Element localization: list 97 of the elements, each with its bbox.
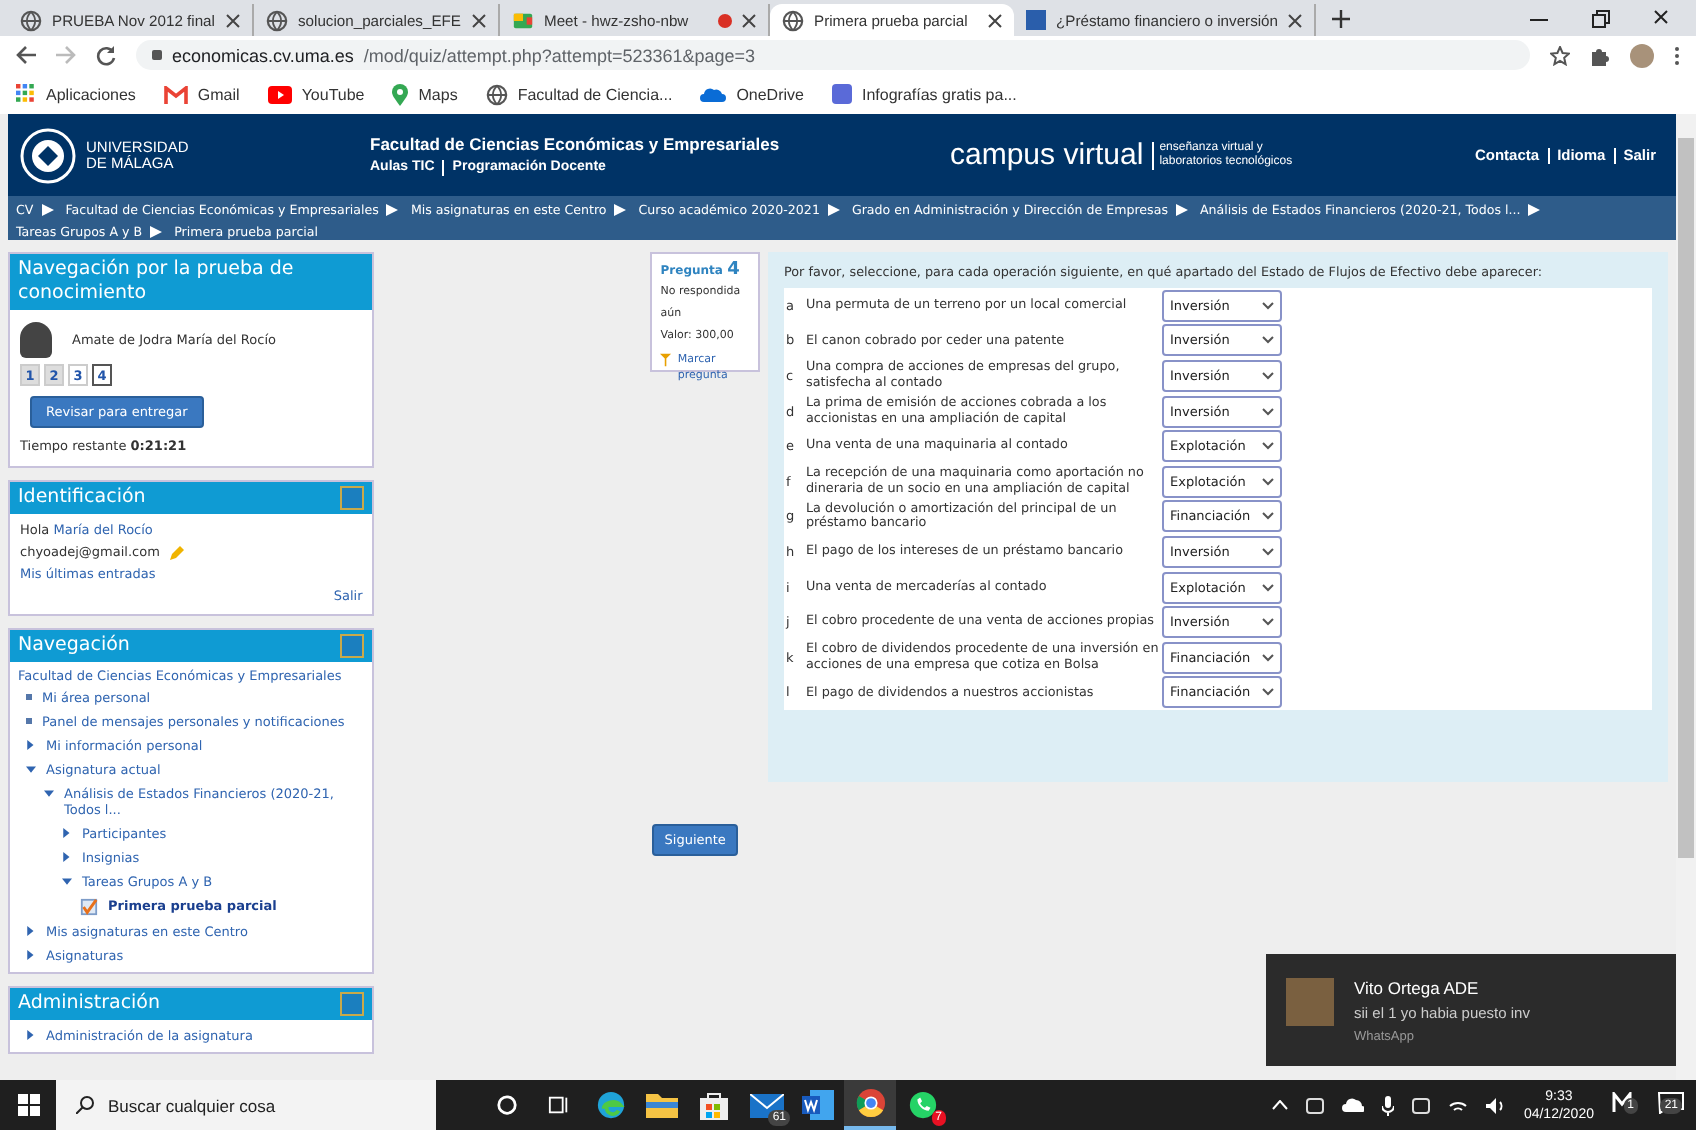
campus-virtual-logo: campus virtual bbox=[950, 138, 1144, 172]
puzzle-icon[interactable] bbox=[1590, 45, 1610, 65]
close-icon[interactable] bbox=[472, 13, 486, 27]
taskbar-app[interactable] bbox=[844, 1080, 896, 1130]
new-tab-icon[interactable] bbox=[1332, 10, 1351, 28]
envelope-icon bbox=[749, 1093, 783, 1117]
breadcrumb-arrow-icon bbox=[41, 204, 54, 217]
caret-icon bbox=[1262, 301, 1274, 310]
bullet-icon bbox=[26, 718, 32, 724]
breadcrumb-arrow-icon bbox=[1175, 204, 1188, 217]
block-title: Administración bbox=[18, 992, 161, 1016]
cloud-icon bbox=[700, 86, 727, 102]
browser-circle-icon bbox=[855, 1088, 885, 1118]
lock-icon bbox=[152, 50, 162, 60]
tray-icon[interactable] bbox=[1305, 1097, 1324, 1113]
collapsed-triangle-icon[interactable] bbox=[26, 738, 36, 752]
document-w-icon bbox=[802, 1090, 834, 1120]
close-icon[interactable] bbox=[226, 13, 240, 27]
wave-browser-icon bbox=[595, 1090, 625, 1120]
address-bar[interactable]: economicas.cv.uma.es /mod/quiz/attempt.php?attempt=523361&page=3 bbox=[136, 40, 1530, 70]
block-title: Navegación por la prueba de conocimiento bbox=[18, 258, 296, 306]
microphone-icon[interactable] bbox=[1381, 1095, 1394, 1115]
notification-sender: Vito Ortega ADE bbox=[1354, 978, 1481, 998]
chevron-up-icon[interactable] bbox=[1271, 1100, 1288, 1110]
caret-icon bbox=[1262, 407, 1274, 416]
caret-icon bbox=[1262, 653, 1274, 662]
star-icon[interactable] bbox=[1550, 45, 1570, 65]
caret-icon bbox=[1262, 547, 1274, 556]
bookmark[interactable]: OneDrive bbox=[700, 85, 804, 103]
bullet-icon bbox=[26, 694, 32, 700]
bookmark[interactable]: Maps bbox=[392, 83, 458, 105]
block-title: Identificación bbox=[18, 486, 146, 510]
caret-icon bbox=[1262, 583, 1274, 592]
reload-icon[interactable] bbox=[96, 45, 116, 65]
circle-icon bbox=[495, 1094, 517, 1116]
shopping-bag-icon bbox=[700, 1090, 728, 1120]
notification-center-icon[interactable] bbox=[1658, 1092, 1684, 1114]
bookmark[interactable]: Aplicaciones bbox=[16, 84, 136, 104]
close-window-icon[interactable] bbox=[1654, 9, 1668, 23]
globe-icon bbox=[782, 9, 804, 31]
expanded-triangle-icon[interactable] bbox=[62, 874, 72, 888]
caret-icon bbox=[1262, 442, 1274, 451]
search-icon bbox=[76, 1096, 94, 1114]
collapsed-triangle-icon[interactable] bbox=[62, 826, 72, 840]
collapsed-triangle-icon[interactable] bbox=[62, 850, 72, 864]
expanded-triangle-icon[interactable] bbox=[44, 786, 54, 800]
expanded-triangle-icon[interactable] bbox=[26, 762, 36, 776]
chat-phone-icon bbox=[907, 1090, 937, 1120]
globe-icon bbox=[20, 9, 42, 31]
breadcrumb-arrow-icon bbox=[614, 204, 627, 217]
wifi-icon[interactable] bbox=[1447, 1097, 1468, 1113]
envelope-m-icon bbox=[163, 85, 188, 103]
faculty-title: Facultad de Ciencias Económicas y Empresariales bbox=[370, 134, 782, 154]
breadcrumb-arrow-icon bbox=[1528, 204, 1541, 217]
collapsed-triangle-icon[interactable] bbox=[26, 948, 36, 962]
bookmark[interactable]: Facultad de Ciencia... bbox=[485, 83, 673, 105]
windows-logo-icon[interactable] bbox=[17, 1094, 39, 1116]
play-icon bbox=[267, 85, 292, 103]
back-arrow-icon[interactable] bbox=[16, 46, 36, 64]
apps-grid-icon bbox=[16, 84, 36, 104]
block-title: Navegación bbox=[18, 634, 130, 658]
caret-icon bbox=[1262, 477, 1274, 486]
more-menu-icon[interactable] bbox=[1674, 45, 1680, 65]
video-camera-icon bbox=[512, 9, 534, 31]
caret-icon bbox=[1262, 618, 1274, 627]
photo-placeholder bbox=[1286, 978, 1334, 1026]
infographic-icon bbox=[831, 84, 852, 104]
square-logo-icon bbox=[1026, 10, 1046, 30]
bookmark[interactable]: Infografías gratis pa... bbox=[831, 84, 1017, 104]
restore-icon[interactable] bbox=[1592, 9, 1610, 27]
caret-icon bbox=[1262, 336, 1274, 345]
bookmark[interactable]: Gmail bbox=[163, 85, 240, 103]
collapsed-triangle-icon[interactable] bbox=[26, 1028, 36, 1042]
checked-document-icon bbox=[80, 898, 98, 916]
close-icon[interactable] bbox=[742, 13, 756, 27]
profile-avatar[interactable] bbox=[1630, 43, 1654, 67]
task-view-icon bbox=[547, 1094, 569, 1116]
speaker-icon[interactable] bbox=[1485, 1097, 1506, 1113]
close-icon[interactable] bbox=[988, 13, 1002, 27]
battery-icon[interactable] bbox=[1411, 1097, 1430, 1113]
breadcrumb-arrow-icon bbox=[150, 226, 163, 239]
folder-icon bbox=[646, 1092, 678, 1118]
taskbar-search-field[interactable]: Buscar cualquier cosa bbox=[56, 1080, 436, 1130]
map-pin-icon bbox=[392, 83, 409, 105]
breadcrumb-arrow-icon bbox=[827, 204, 840, 217]
cloud-icon[interactable] bbox=[1341, 1098, 1364, 1112]
globe-icon bbox=[485, 83, 508, 105]
collapsed-triangle-icon[interactable] bbox=[26, 924, 36, 938]
caret-icon bbox=[1262, 512, 1274, 521]
breadcrumb-arrow-icon bbox=[386, 204, 399, 217]
user-silhouette bbox=[20, 322, 52, 358]
caret-icon bbox=[1262, 688, 1274, 697]
close-icon[interactable] bbox=[1288, 13, 1303, 27]
university-seal-icon bbox=[20, 127, 76, 183]
caret-icon bbox=[1262, 371, 1274, 380]
bookmark[interactable]: YouTube bbox=[267, 85, 365, 103]
globe-icon bbox=[266, 9, 288, 31]
